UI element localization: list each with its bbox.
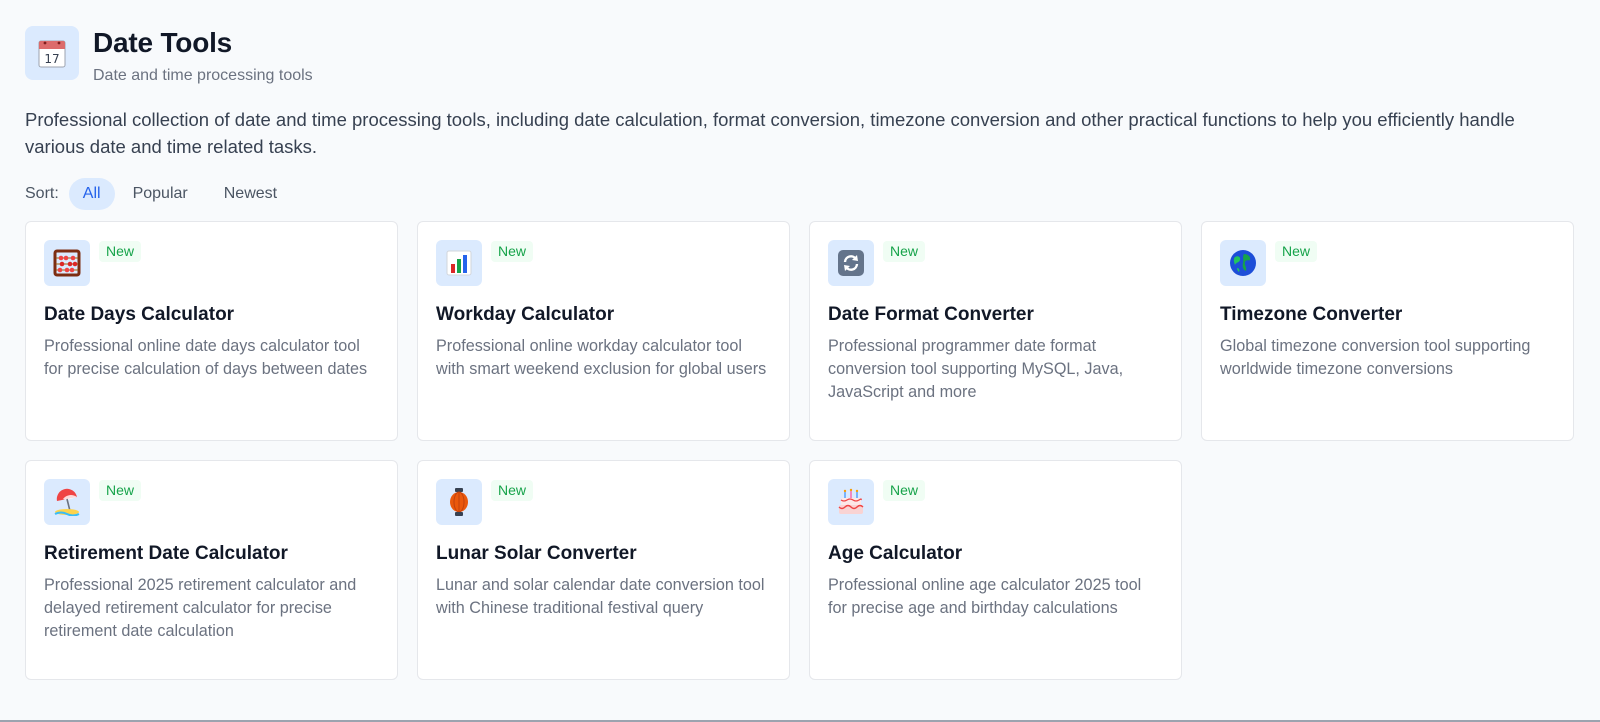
sort-label: Sort: (25, 185, 59, 202)
card-description: Lunar and solar calendar date conversion… (436, 576, 765, 617)
sort-bar: Sort: All Popular Newest (25, 178, 1575, 210)
svg-text:17: 17 (44, 52, 59, 66)
card-description: Professional online date days calculator… (44, 337, 368, 378)
refresh-icon (828, 240, 874, 286)
new-badge: New (1275, 241, 1318, 262)
new-badge: New (99, 241, 142, 262)
birthday-cake-icon (828, 479, 874, 525)
header-text: Date Tools Date and time processing tool… (93, 26, 313, 85)
calendar-icon: 17 (25, 26, 79, 80)
bar-chart-icon (436, 240, 482, 286)
globe-icon (1220, 240, 1266, 286)
tool-card-workday-calculator[interactable]: New Workday Calculator Professional onli… (417, 221, 790, 441)
tool-card-lunar-solar-converter[interactable]: New Lunar Solar Converter Lunar and sola… (417, 460, 790, 680)
tool-card-date-format-converter[interactable]: New Date Format Converter Professional p… (809, 221, 1182, 441)
card-description: Global timezone conversion tool supporti… (1220, 337, 1531, 378)
card-title: Date Days Calculator (44, 304, 235, 325)
card-description: Professional online workday calculator t… (436, 337, 767, 378)
page-description: Professional collection of date and time… (25, 109, 1515, 157)
new-badge: New (491, 480, 534, 501)
card-title: Timezone Converter (1220, 304, 1403, 325)
card-description: Professional online age calculator 2025 … (828, 576, 1142, 617)
page-subtitle: Date and time processing tools (93, 67, 313, 84)
sort-option-newest[interactable]: Newest (206, 178, 295, 210)
tools-grid: New Date Days Calculator Professional on… (25, 221, 1575, 680)
beach-umbrella-icon (44, 479, 90, 525)
page-title: Date Tools (93, 27, 233, 58)
new-badge: New (883, 241, 926, 262)
tool-card-age-calculator[interactable]: New Age Calculator Professional online a… (809, 460, 1182, 680)
tool-card-retirement-date-calculator[interactable]: New Retirement Date Calculator Professio… (25, 460, 398, 680)
date-tools-page: 17 Date Tools Date and time processing t… (0, 0, 1600, 680)
tool-card-date-days-calculator[interactable]: New Date Days Calculator Professional on… (25, 221, 398, 441)
new-badge: New (883, 480, 926, 501)
sort-option-popular[interactable]: Popular (115, 178, 206, 210)
card-title: Retirement Date Calculator (44, 543, 288, 564)
card-title: Workday Calculator (436, 304, 615, 325)
card-title: Date Format Converter (828, 304, 1034, 325)
page-header: 17 Date Tools Date and time processing t… (25, 26, 1575, 84)
card-description: Professional 2025 retirement calculator … (44, 576, 357, 640)
new-badge: New (99, 480, 142, 501)
new-badge: New (491, 241, 534, 262)
card-title: Lunar Solar Converter (436, 543, 637, 564)
sort-option-all[interactable]: All (68, 178, 115, 210)
abacus-icon (44, 240, 90, 286)
card-title: Age Calculator (828, 543, 963, 564)
lantern-icon (436, 479, 482, 525)
card-description: Professional programmer date format conv… (828, 337, 1124, 401)
tool-card-timezone-converter[interactable]: New Timezone Converter Global timezone c… (1201, 221, 1574, 441)
